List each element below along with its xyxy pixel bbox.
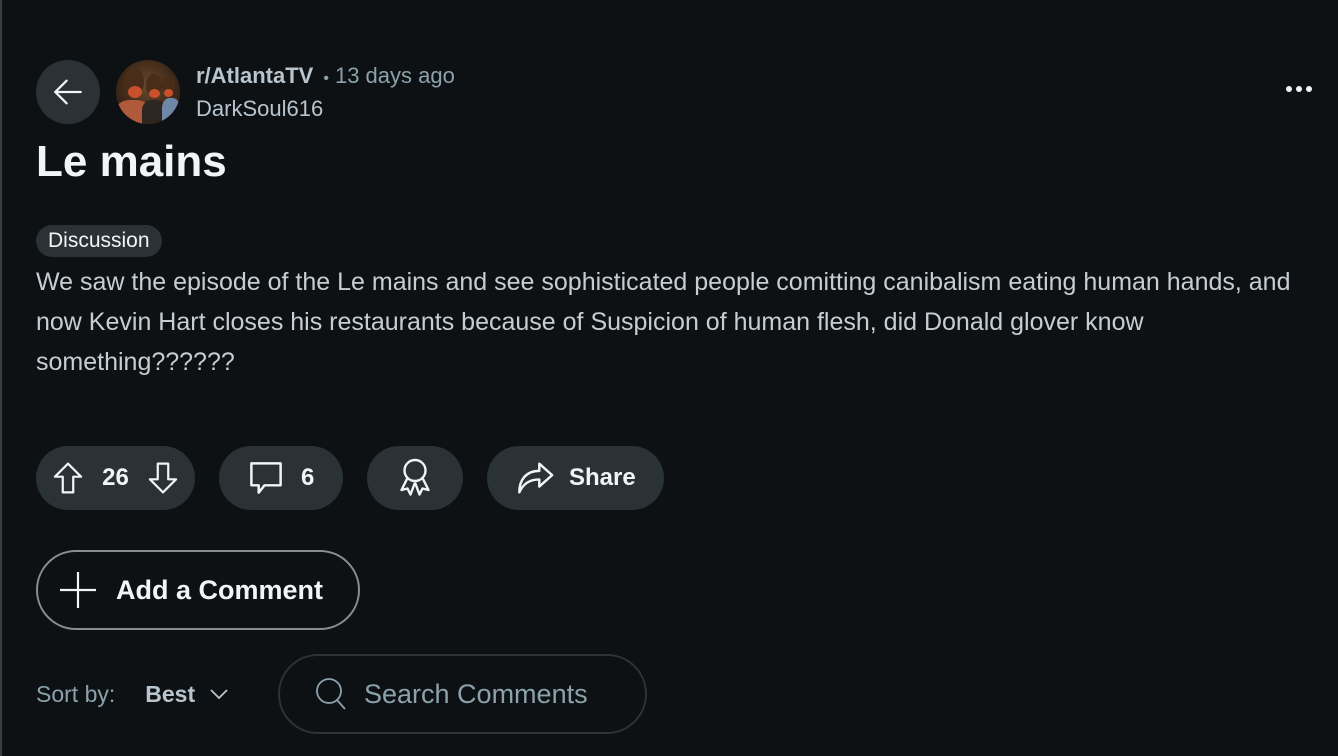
- plus-icon: [60, 572, 96, 608]
- downvote-button[interactable]: [147, 461, 179, 495]
- subreddit-link[interactable]: r/AtlantaTV: [196, 61, 313, 91]
- upvote-button[interactable]: [52, 461, 84, 495]
- vote-count: 26: [102, 464, 129, 491]
- post-time: 13 days ago: [334, 62, 455, 88]
- search-comments: [278, 654, 647, 734]
- share-label: Share: [569, 464, 636, 491]
- sort-dropdown[interactable]: Best: [145, 676, 229, 712]
- award-ribbon-icon: [400, 458, 430, 496]
- more-horizontal-icon: [1286, 86, 1292, 92]
- comments-button[interactable]: 6: [219, 446, 343, 510]
- subreddit-avatar[interactable]: [116, 60, 180, 124]
- post-header: r/AtlantaTV • 13 days ago DarkSoul616: [36, 60, 455, 124]
- post-flair[interactable]: Discussion: [36, 225, 162, 257]
- more-options-button[interactable]: [1282, 82, 1316, 96]
- back-button[interactable]: [36, 60, 100, 124]
- comment-count: 6: [301, 464, 315, 491]
- sort-label: Sort by:: [36, 681, 116, 707]
- award-button[interactable]: [367, 446, 463, 510]
- author-link[interactable]: DarkSoul616: [196, 94, 455, 124]
- chevron-down-icon: [210, 689, 228, 700]
- add-comment-button[interactable]: Add a Comment: [36, 550, 360, 630]
- post-actions: 26 6 Share: [36, 446, 664, 510]
- sort-control: Sort by: Best: [36, 676, 229, 712]
- post-meta: r/AtlantaTV • 13 days ago DarkSoul616: [196, 61, 455, 124]
- speech-bubble-icon: [250, 462, 282, 494]
- arrow-up-icon: [53, 462, 83, 494]
- share-button[interactable]: Share: [487, 446, 664, 510]
- vote-control: 26: [36, 446, 195, 510]
- search-comments-input[interactable]: [364, 678, 624, 710]
- meta-separator: •: [323, 69, 329, 87]
- search-icon: [316, 678, 346, 710]
- add-comment-label: Add a Comment: [116, 574, 324, 605]
- post-title: Le mains: [36, 137, 227, 186]
- arrow-left-icon: [54, 79, 82, 105]
- share-arrow-icon: [518, 462, 554, 494]
- post-body: We saw the episode of the Le mains and s…: [36, 268, 1291, 376]
- sort-value: Best: [145, 681, 196, 707]
- arrow-down-icon: [148, 462, 178, 494]
